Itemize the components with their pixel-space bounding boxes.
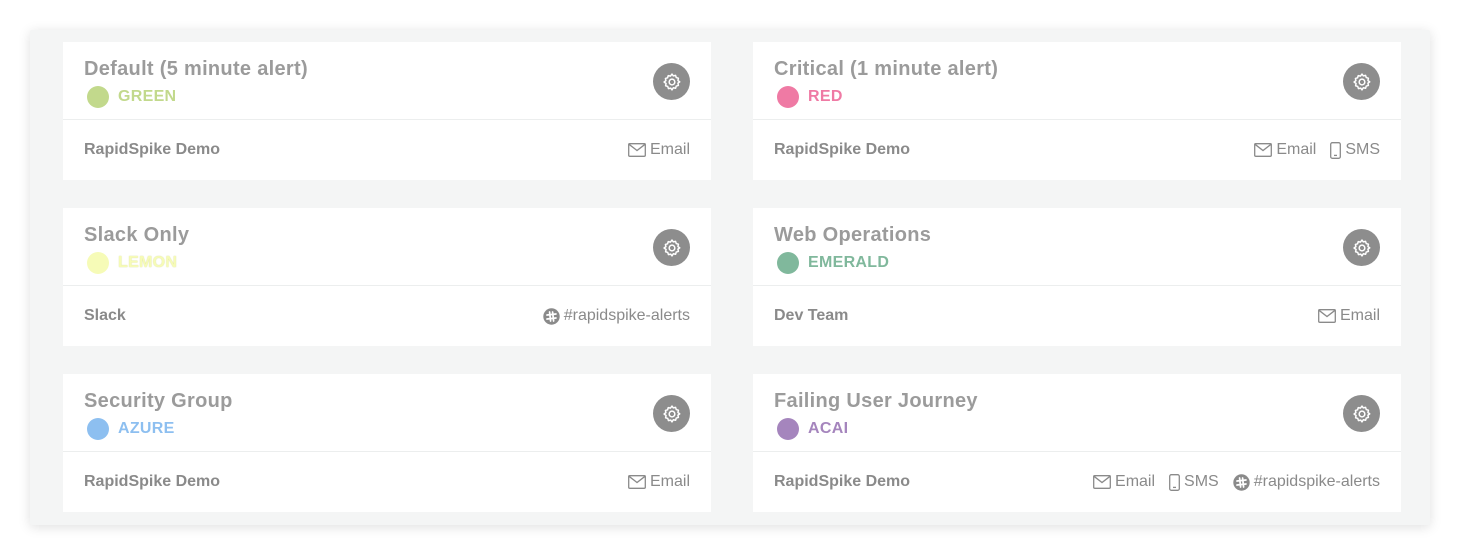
settings-button[interactable] [1343, 395, 1380, 432]
color-dot [777, 252, 799, 274]
alert-group-card: Web Operations EMERALD Dev Team Email [753, 208, 1401, 346]
alert-groups-grid: Default (5 minute alert) GREEN RapidSpik… [63, 42, 1401, 512]
alert-group-card: Security Group AZURE RapidSpike Demo Ema… [63, 374, 711, 512]
channel-sms: SMS [1330, 141, 1380, 159]
color-indicator: AZURE [87, 418, 175, 440]
gear-icon [1352, 72, 1370, 91]
mobile-phone-icon [1330, 141, 1342, 159]
channel-label: Email [1276, 141, 1317, 158]
team-name: RapidSpike Demo [774, 473, 911, 490]
notification-channels: Email SMS [1254, 141, 1380, 159]
envelope-icon [1318, 309, 1336, 323]
color-indicator: RED [777, 86, 843, 108]
color-name: AZURE [118, 420, 175, 437]
color-dot [777, 86, 799, 108]
color-indicator: ACAI [777, 418, 848, 440]
gear-icon [662, 72, 680, 91]
card-footer: RapidSpike Demo Email SMS [753, 120, 1401, 180]
alert-groups-panel: Default (5 minute alert) GREEN RapidSpik… [30, 30, 1430, 525]
color-dot [87, 252, 109, 274]
color-indicator: LEMON [87, 252, 177, 274]
color-indicator: GREEN [87, 86, 176, 108]
alert-group-card: Critical (1 minute alert) RED RapidSpike… [753, 42, 1401, 180]
team-name: RapidSpike Demo [774, 141, 911, 158]
team-name: RapidSpike Demo [84, 141, 221, 158]
settings-button[interactable] [1343, 63, 1380, 100]
channel-label: #rapidspike-alerts [563, 307, 690, 324]
gear-icon [662, 238, 680, 257]
settings-button[interactable] [1343, 229, 1380, 266]
team-name: RapidSpike Demo [84, 473, 221, 490]
card-footer: RapidSpike Demo Email [63, 452, 711, 512]
alert-group-title: Default (5 minute alert) [84, 58, 308, 80]
alert-group-card: Default (5 minute alert) GREEN RapidSpik… [63, 42, 711, 180]
color-dot [87, 418, 109, 440]
card-footer: Slack #rapidspike-alerts [63, 286, 711, 346]
card-header: Failing User Journey ACAI [753, 374, 1401, 452]
gear-icon [1352, 404, 1370, 423]
channel-label: Email [1339, 307, 1380, 324]
card-header: Security Group AZURE [63, 374, 711, 452]
color-name: LEMON [118, 254, 178, 271]
settings-button[interactable] [653, 63, 690, 100]
color-name: GREEN [118, 88, 177, 105]
color-name: RED [808, 88, 843, 105]
color-dot [777, 418, 799, 440]
settings-button[interactable] [653, 395, 690, 432]
color-name: EMERALD [808, 254, 890, 271]
channel-email: Email [628, 141, 690, 159]
color-indicator: EMERALD [777, 252, 889, 274]
channel-label: Email [649, 141, 690, 158]
card-footer: RapidSpike Demo Email SMS #rapidspike-aler… [753, 452, 1401, 512]
settings-button[interactable] [653, 229, 690, 266]
channel-label: Email [649, 473, 690, 490]
channel-label: SMS [1345, 141, 1380, 158]
gear-icon [1352, 238, 1370, 257]
card-header: Default (5 minute alert) GREEN [63, 42, 711, 120]
notification-channels: #rapidspike-alerts [543, 307, 690, 325]
channel-label: SMS [1184, 473, 1219, 490]
channel-email: Email [628, 473, 690, 491]
channel-slack: #rapidspike-alerts [543, 307, 690, 325]
card-header: Slack Only LEMON [63, 208, 711, 286]
notification-channels: Email [628, 473, 690, 491]
envelope-icon [628, 475, 646, 489]
slack-icon [1233, 473, 1250, 491]
channel-slack: #rapidspike-alerts [1233, 473, 1380, 491]
color-name: ACAI [808, 420, 849, 437]
card-footer: Dev Team Email [753, 286, 1401, 346]
alert-group-card: Slack Only LEMON Slack #rapidspike-alert… [63, 208, 711, 346]
alert-group-title: Web Operations [774, 224, 932, 246]
slack-icon [543, 307, 560, 325]
alert-group-card: Failing User Journey ACAI RapidSpike Dem… [753, 374, 1401, 512]
mobile-phone-icon [1169, 473, 1180, 491]
notification-channels: Email [628, 141, 690, 159]
alert-group-title: Failing User Journey [774, 390, 978, 412]
channel-label: Email [1115, 473, 1156, 490]
envelope-icon [1093, 475, 1111, 489]
channel-label: #rapidspike-alerts [1253, 473, 1380, 490]
card-header: Critical (1 minute alert) RED [753, 42, 1401, 120]
card-header: Web Operations EMERALD [753, 208, 1401, 286]
team-name: Slack [84, 307, 126, 324]
channel-email: Email [1093, 473, 1155, 491]
card-footer: RapidSpike Demo Email [63, 120, 711, 180]
notification-channels: Email SMS #rapidspike-alerts [1093, 473, 1380, 491]
channel-email: Email [1254, 141, 1316, 159]
envelope-icon [1254, 143, 1273, 157]
alert-group-title: Slack Only [84, 224, 190, 246]
notification-channels: Email [1318, 307, 1380, 325]
envelope-icon [628, 143, 646, 157]
color-dot [87, 86, 109, 108]
gear-icon [662, 404, 680, 423]
channel-email: Email [1318, 307, 1380, 325]
channel-sms: SMS [1169, 473, 1219, 491]
alert-group-title: Security Group [84, 390, 233, 412]
team-name: Dev Team [774, 307, 849, 324]
alert-group-title: Critical (1 minute alert) [774, 58, 999, 80]
